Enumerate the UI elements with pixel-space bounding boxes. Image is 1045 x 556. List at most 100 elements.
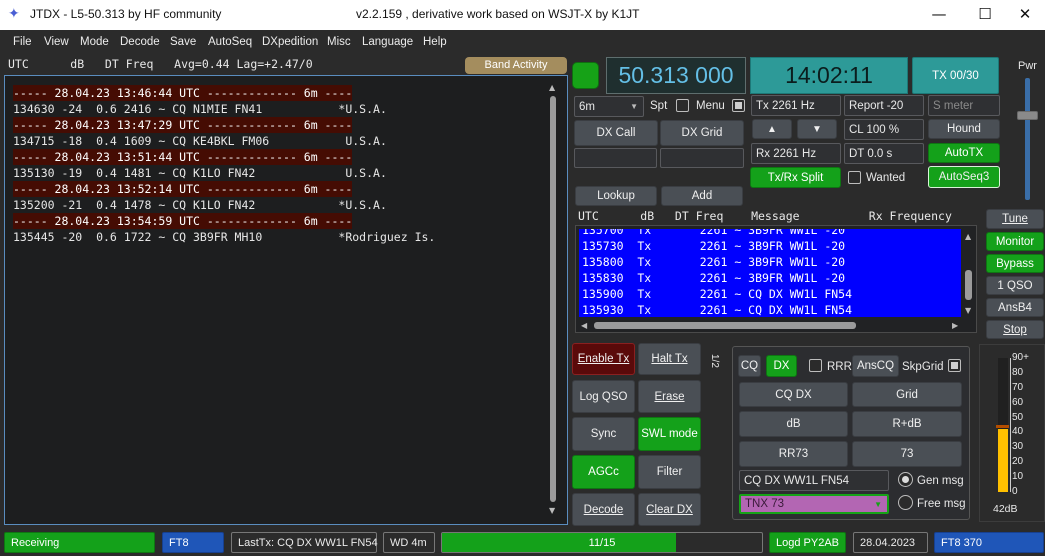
rr73-button[interactable]: RR73 [739, 441, 848, 467]
rx-frequency-list[interactable]: 135700 Tx 2261 ~ 3B9FR WW1L -20 135730 Tx… [579, 229, 961, 317]
agcc-button[interactable]: AGCc [572, 455, 635, 489]
rx-horizontal-scrollbar[interactable] [594, 322, 856, 329]
band-activity-decode[interactable]: 135200 -21 0.4 1478 ~ CQ K1LO FN42 *U.S.… [13, 197, 387, 213]
ansb4-button[interactable]: AnsB4 [986, 298, 1044, 317]
generated-message-field[interactable]: CQ DX WW1L FN54 [739, 470, 889, 491]
level-meter-tick: 70 [1012, 381, 1024, 393]
erase-button[interactable]: Erase [638, 380, 701, 413]
rx-scroll-right-icon[interactable]: ▶ [952, 321, 958, 330]
cq-dx-button[interactable]: CQ DX [739, 382, 848, 407]
sync-button[interactable]: Sync [572, 417, 635, 451]
rx-frequency-field[interactable]: Rx 2261 Hz [751, 143, 841, 164]
log-qso-button[interactable]: Log QSO [572, 380, 635, 413]
swl-mode-button[interactable]: SWL mode [638, 417, 701, 451]
clear-dx-button[interactable]: Clear DX [638, 493, 701, 526]
app-icon: ✦ [8, 5, 20, 21]
band-activity-decode[interactable]: 135130 -19 0.4 1481 ~ CQ K1LO FN42 U.S.A… [13, 165, 387, 181]
scroll-down-icon[interactable]: ▼ [549, 506, 555, 515]
rx-frequency-line[interactable]: 135700 Tx 2261 ~ 3B9FR WW1L -20 [582, 229, 845, 238]
menu-misc[interactable]: Misc [327, 36, 351, 48]
level-meter-tick: 40 [1012, 426, 1024, 438]
band-activity-decode[interactable]: 134630 -24 0.6 2416 ~ CQ N1MIE FN41 *U.S… [13, 101, 387, 117]
free-msg-radio[interactable] [898, 495, 913, 510]
filter-button[interactable]: Filter [638, 455, 701, 489]
freq-up-icon[interactable]: ▲ [752, 119, 792, 139]
halt-tx-button[interactable]: Halt Tx [638, 343, 701, 375]
cq-button[interactable]: CQ [738, 355, 761, 377]
menu-checkbox[interactable] [732, 99, 745, 112]
monitor-button[interactable]: Monitor [986, 232, 1044, 251]
dx-grid-button[interactable]: DX Grid [660, 120, 744, 146]
menu-view[interactable]: View [44, 36, 69, 48]
window-version: v2.2.159 , derivative work based on WSJT… [356, 7, 640, 21]
band-activity-scrollbar[interactable] [550, 96, 556, 502]
menu-decode[interactable]: Decode [120, 36, 160, 48]
hound-button[interactable]: Hound [928, 119, 1000, 139]
frequency-display[interactable]: 50.313 000 [606, 57, 746, 94]
dt-field[interactable]: DT 0.0 s [844, 143, 924, 164]
grid-button[interactable]: Grid [852, 382, 962, 407]
tx-frequency-field[interactable]: Tx 2261 Hz [751, 95, 841, 116]
seventy-three-button[interactable]: 73 [852, 441, 962, 467]
rx-frequency-line[interactable]: 135830 Tx 2261 ~ 3B9FR WW1L -20 [582, 270, 845, 286]
freq-down-icon[interactable]: ▼ [797, 119, 837, 139]
status-mode: FT8 [162, 532, 224, 553]
dx-call-input[interactable] [574, 148, 657, 168]
power-slider[interactable] [1025, 78, 1030, 200]
decode-button[interactable]: Decode [572, 493, 635, 526]
bypass-button[interactable]: Bypass [986, 254, 1044, 273]
power-slider-handle[interactable] [1017, 111, 1038, 120]
band-activity-decode[interactable]: 135445 -20 0.6 1722 ~ CQ 3B9FR MH10 *Rod… [13, 229, 435, 245]
spt-checkbox[interactable] [676, 99, 689, 112]
free-message-select[interactable]: TNX 73 ▼ [739, 494, 889, 514]
one-qso-button[interactable]: 1 QSO [986, 276, 1044, 295]
tune-button[interactable]: Tune [986, 209, 1044, 229]
rx-vertical-scrollbar[interactable] [965, 270, 972, 300]
level-meter-tick: 20 [1012, 456, 1024, 468]
rx-frequency-line[interactable]: 135800 Tx 2261 ~ 3B9FR WW1L -20 [582, 254, 845, 270]
close-icon[interactable]: ✕ [1002, 0, 1045, 30]
add-button[interactable]: Add [661, 186, 743, 206]
report-field[interactable]: Report -20 [844, 95, 924, 116]
rrr-checkbox[interactable] [809, 359, 822, 372]
menu-dxpedition[interactable]: DXpedition [262, 36, 318, 48]
anscq-button[interactable]: AnsCQ [852, 355, 899, 377]
dx-grid-input[interactable] [660, 148, 744, 168]
tx-counter-button[interactable]: TX 00/30 [912, 57, 999, 94]
band-activity-decode[interactable]: 134715 -18 0.4 1609 ~ CQ KE4BKL FM06 U.S… [13, 133, 387, 149]
dx-call-button[interactable]: DX Call [574, 120, 658, 146]
band-activity-button[interactable]: Band Activity [465, 57, 567, 74]
rx-frequency-line[interactable]: 135730 Tx 2261 ~ 3B9FR WW1L -20 [582, 238, 845, 254]
s-meter-field[interactable]: S meter [928, 95, 1000, 116]
macro-tab-label[interactable]: 1/2 [709, 354, 720, 368]
menu-autoseq[interactable]: AutoSeq [208, 36, 252, 48]
enable-tx-button[interactable]: Enable Tx [572, 343, 635, 375]
autoseq-button[interactable]: AutoSeq3 [928, 166, 1000, 188]
cl-field[interactable]: CL 100 % [844, 119, 924, 140]
menu-file[interactable]: File [13, 36, 32, 48]
band-select[interactable]: 6m ▼ [574, 96, 644, 117]
gen-msg-radio[interactable] [898, 472, 913, 487]
menu-mode[interactable]: Mode [80, 36, 109, 48]
db-button[interactable]: dB [739, 411, 848, 437]
skpgrid-checkbox[interactable] [948, 359, 961, 372]
rx-frequency-line[interactable]: 135930 Tx 2261 ~ CQ DX WW1L FN54 [582, 302, 852, 317]
r-db-button[interactable]: R+dB [852, 411, 962, 437]
scroll-up-icon[interactable]: ▲ [549, 83, 555, 92]
level-meter-tick: 30 [1012, 441, 1024, 453]
autotx-button[interactable]: AutoTX [928, 143, 1000, 163]
rx-scroll-up-icon[interactable]: ▲ [965, 232, 971, 241]
menu-language[interactable]: Language [362, 36, 413, 48]
rx-frequency-line[interactable]: 135900 Tx 2261 ~ CQ DX WW1L FN54 [582, 286, 852, 302]
txrx-split-button[interactable]: Tx/Rx Split [750, 167, 841, 188]
minimize-icon[interactable]: — [916, 0, 962, 30]
lookup-button[interactable]: Lookup [575, 186, 657, 206]
stop-button[interactable]: Stop [986, 320, 1044, 339]
dx-button[interactable]: DX [766, 355, 797, 377]
menu-help[interactable]: Help [423, 36, 447, 48]
wanted-checkbox[interactable] [848, 171, 861, 184]
band-activity-panel[interactable]: ----- 28.04.23 13:46:44 UTC ------------… [4, 75, 568, 525]
rx-scroll-left-icon[interactable]: ◀ [581, 321, 587, 330]
rx-scroll-down-icon[interactable]: ▼ [965, 306, 971, 315]
menu-save[interactable]: Save [170, 36, 196, 48]
